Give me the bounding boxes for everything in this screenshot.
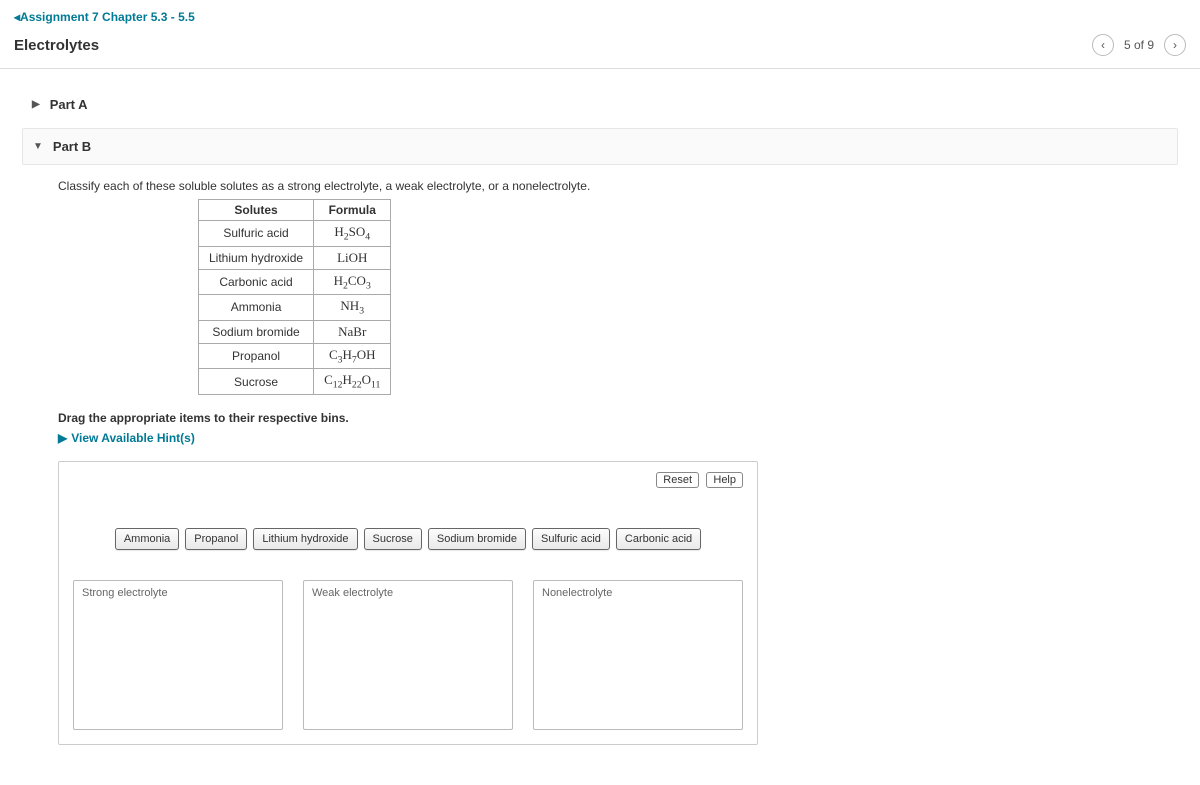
bin-label: Strong electrolyte: [82, 587, 274, 599]
back-link[interactable]: ◂Assignment 7 Chapter 5.3 - 5.5: [14, 10, 195, 24]
solute-formula: NH3: [314, 295, 391, 321]
bins-row: Strong electrolyte Weak electrolyte Nonele…: [73, 580, 743, 730]
next-button[interactable]: ›: [1164, 34, 1186, 56]
bin-label: Weak electrolyte: [312, 587, 504, 599]
pager-position: 5 of 9: [1124, 38, 1154, 52]
table-head-solute: Solutes: [199, 200, 314, 221]
draggable-item[interactable]: Propanol: [185, 528, 247, 550]
table-row: SucroseC12H22O11: [199, 369, 391, 395]
solute-name: Propanol: [199, 343, 314, 369]
caret-down-icon: ▼: [33, 141, 43, 152]
table-head-formula: Formula: [314, 200, 391, 221]
solute-name: Sucrose: [199, 369, 314, 395]
chevron-left-icon: ‹: [1101, 38, 1105, 52]
table-row: Sulfuric acidH2SO4: [199, 221, 391, 247]
table-row: Lithium hydroxideLiOH: [199, 246, 391, 269]
drop-bin[interactable]: Weak electrolyte: [303, 580, 513, 730]
solute-name: Ammonia: [199, 295, 314, 321]
prev-button[interactable]: ‹: [1092, 34, 1114, 56]
help-button[interactable]: Help: [706, 472, 743, 488]
caret-right-icon: ▶: [58, 431, 67, 445]
solute-formula: NaBr: [314, 320, 391, 343]
back-link-label: Assignment 7 Chapter 5.3 - 5.5: [20, 10, 195, 24]
solute-name: Carbonic acid: [199, 269, 314, 295]
solute-formula: H2SO4: [314, 221, 391, 247]
drop-bin[interactable]: Nonelectrolyte: [533, 580, 743, 730]
draggable-item[interactable]: Lithium hydroxide: [253, 528, 357, 550]
solute-formula: H2CO3: [314, 269, 391, 295]
solute-name: Sulfuric acid: [199, 221, 314, 247]
drop-bin[interactable]: Strong electrolyte: [73, 580, 283, 730]
table-row: Sodium bromideNaBr: [199, 320, 391, 343]
bin-label: Nonelectrolyte: [542, 587, 734, 599]
table-row: Carbonic acidH2CO3: [199, 269, 391, 295]
draggable-item[interactable]: Carbonic acid: [616, 528, 701, 550]
caret-right-icon: ▶: [32, 99, 40, 110]
draggable-item[interactable]: Sulfuric acid: [532, 528, 610, 550]
hints-label: View Available Hint(s): [71, 431, 195, 445]
solute-formula: C12H22O11: [314, 369, 391, 395]
solute-name: Lithium hydroxide: [199, 246, 314, 269]
pager: ‹ 5 of 9 ›: [1092, 34, 1186, 56]
part-b-header[interactable]: ▼ Part B: [23, 129, 1177, 164]
drag-drop-activity: Reset Help Ammonia Propanol Lithium hydrox…: [58, 461, 758, 745]
solute-formula: C3H7OH: [314, 343, 391, 369]
table-row: PropanolC3H7OH: [199, 343, 391, 369]
draggable-item[interactable]: Ammonia: [115, 528, 179, 550]
solute-table: Solutes Formula Sulfuric acidH2SO4Lithiu…: [198, 199, 391, 395]
chevron-right-icon: ›: [1173, 38, 1177, 52]
reset-button[interactable]: Reset: [656, 472, 699, 488]
draggable-item[interactable]: Sucrose: [364, 528, 422, 550]
solute-name: Sodium bromide: [199, 320, 314, 343]
items-row: Ammonia Propanol Lithium hydroxide Sucrose S…: [73, 528, 743, 550]
page-title: Electrolytes: [14, 37, 99, 54]
view-hints-link[interactable]: ▶ View Available Hint(s): [58, 431, 1174, 445]
part-a-header[interactable]: ▶ Part A: [22, 87, 1178, 122]
question-instruction: Classify each of these soluble solutes a…: [58, 179, 1174, 193]
drag-instruction: Drag the appropriate items to their resp…: [58, 411, 1174, 425]
draggable-item[interactable]: Sodium bromide: [428, 528, 526, 550]
table-row: AmmoniaNH3: [199, 295, 391, 321]
part-a-label: Part A: [50, 97, 88, 112]
solute-formula: LiOH: [314, 246, 391, 269]
part-b-label: Part B: [53, 139, 91, 154]
